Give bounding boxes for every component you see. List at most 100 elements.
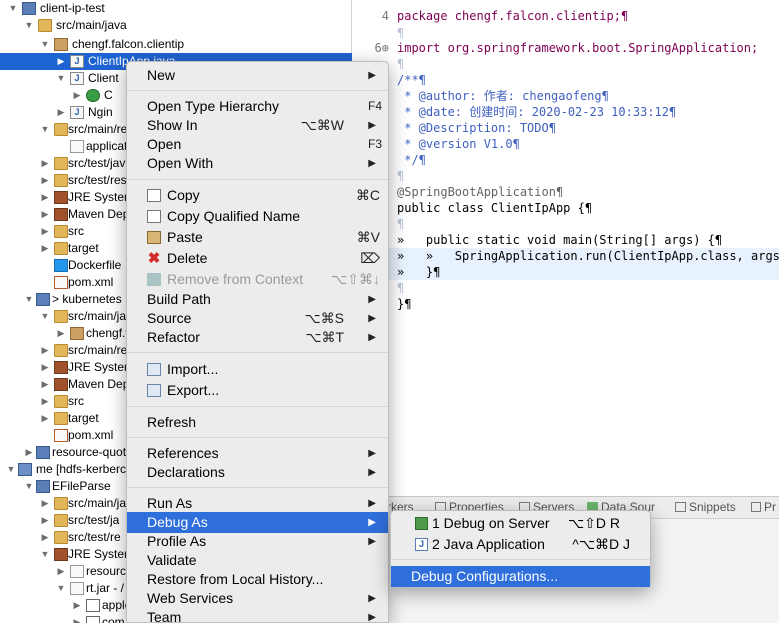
- package-icon: [54, 38, 68, 51]
- submenu-arrow-icon: ▶: [368, 294, 376, 305]
- code-line: import org.springframework.boot.SpringAp…: [397, 41, 759, 55]
- remove-context-icon: [147, 273, 161, 286]
- delete-icon: ✖: [147, 250, 161, 267]
- source-folder-icon: [38, 19, 52, 32]
- menu-item-debug-as[interactable]: Debug As ▶: [127, 512, 388, 533]
- menu-item-refresh[interactable]: Refresh: [127, 412, 388, 433]
- code-editor[interactable]: 4 package chengf.falcon.clientip;¶ ¶ 6⊕ im…: [353, 0, 779, 495]
- source-folder-icon: [54, 310, 68, 323]
- submenu-arrow-icon: ▶: [368, 448, 376, 459]
- tree-item[interactable]: ▼ src/main/java: [0, 17, 352, 34]
- menu-item-new[interactable]: New ▶: [127, 65, 388, 86]
- submenu-arrow-icon: ▶: [368, 612, 376, 623]
- docker-icon: [54, 259, 68, 272]
- java-app-icon: J: [415, 538, 428, 551]
- import-icon: [147, 363, 161, 376]
- tab-snippets[interactable]: Snippets: [675, 500, 736, 514]
- jar-icon: [70, 582, 84, 595]
- copy-icon: [147, 210, 161, 223]
- menu-separator: [127, 487, 388, 488]
- maven-file-icon: [54, 429, 68, 442]
- package-icon: [86, 599, 100, 612]
- menu-separator: [127, 437, 388, 438]
- menu-item-run-as[interactable]: Run As ▶: [127, 493, 388, 514]
- menu-separator: [127, 90, 388, 91]
- tab-more[interactable]: Pr: [751, 500, 776, 514]
- snippets-icon: [675, 502, 686, 512]
- menu-separator: [127, 179, 388, 180]
- code-line: @SpringBootApplication¶: [397, 185, 564, 199]
- code-line: ¶: [397, 281, 405, 295]
- folder-icon: [54, 242, 68, 255]
- submenu-arrow-icon: ▶: [368, 158, 376, 169]
- folder-icon: [54, 412, 68, 425]
- code-line: * @date: 创建时间: 2020-02-23 10:33:12¶: [397, 105, 677, 119]
- code-line: ¶: [397, 57, 405, 71]
- class-icon: [86, 89, 100, 102]
- menu-item-open-type-hierarchy[interactable]: Open Type Hierarchy F4: [127, 96, 388, 117]
- submenu-item-java-application[interactable]: J2 Java Application ^⌥⌘D J: [391, 534, 650, 555]
- tree-item[interactable]: ▼ client-ip-test: [0, 0, 352, 17]
- code-line: /**¶: [397, 73, 426, 87]
- menu-item-open[interactable]: Open F3: [127, 134, 388, 155]
- menu-item-team[interactable]: Team ▶: [127, 607, 388, 623]
- folder-icon: [54, 225, 68, 238]
- project-icon: [36, 293, 50, 306]
- code-line: * @Description: TODO¶: [397, 121, 556, 135]
- library-icon: [54, 208, 68, 221]
- code-line: » » SpringApplication.run(ClientIpApp.cl…: [397, 249, 779, 263]
- source-folder-icon: [54, 497, 68, 510]
- menu-item-open-with[interactable]: Open With ▶: [127, 153, 388, 174]
- code-line: * @author: 作者: chengaofeng¶: [397, 89, 609, 103]
- menu-item-paste[interactable]: Paste ⌘V: [127, 227, 388, 248]
- working-set-icon: [18, 463, 32, 476]
- menu-item-source[interactable]: Source ⌥⌘S ▶: [127, 308, 388, 329]
- menu-item-import[interactable]: Import...: [127, 359, 388, 380]
- project-icon: [36, 480, 50, 493]
- menu-item-references[interactable]: References ▶: [127, 443, 388, 464]
- package-icon: [70, 327, 84, 340]
- export-icon: [147, 384, 161, 397]
- submenu-arrow-icon: ▶: [368, 467, 376, 478]
- library-icon: [54, 378, 68, 391]
- menu-item-web-services[interactable]: Web Services ▶: [127, 588, 388, 609]
- paste-icon: [147, 231, 161, 244]
- submenu-arrow-icon: ▶: [368, 313, 376, 324]
- menu-item-copy[interactable]: Copy ⌘C: [127, 185, 388, 206]
- code-line: }¶: [397, 297, 412, 311]
- file-icon: [70, 140, 84, 153]
- menu-item-delete[interactable]: ✖ Delete ⌦: [127, 248, 388, 269]
- submenu-item-debug-configurations[interactable]: Debug Configurations...: [391, 566, 650, 587]
- eclipse-window: ▼ client-ip-test ▼ src/main/java ▼ chengf.f…: [0, 0, 779, 623]
- debug-server-icon: [415, 517, 428, 530]
- submenu-item-debug-on-server[interactable]: 1 Debug on Server ⌥⇧D R: [391, 513, 650, 534]
- menu-item-refactor[interactable]: Refactor ⌥⌘T ▶: [127, 327, 388, 348]
- menu-item-declarations[interactable]: Declarations ▶: [127, 462, 388, 483]
- menu-item-copy-qualified-name[interactable]: Copy Qualified Name: [127, 206, 388, 227]
- code-line: » }¶: [397, 265, 441, 279]
- menu-item-profile-as[interactable]: Profile As ▶: [127, 531, 388, 552]
- java-file-icon: J: [70, 106, 84, 119]
- source-folder-icon: [54, 157, 68, 170]
- project-icon: [36, 446, 50, 459]
- submenu-arrow-icon: ▶: [368, 593, 376, 604]
- submenu-arrow-icon: ▶: [368, 517, 376, 528]
- source-folder-icon: [54, 344, 68, 357]
- context-menu: New ▶ Open Type Hierarchy F4 Show In ⌥⌘W ▶ O…: [126, 61, 389, 623]
- menu-item-build-path[interactable]: Build Path ▶: [127, 289, 388, 310]
- source-folder-icon: [54, 174, 68, 187]
- menu-item-validate[interactable]: Validate: [127, 550, 388, 571]
- menu-item-restore-local-history[interactable]: Restore from Local History...: [127, 569, 388, 590]
- menu-item-export[interactable]: Export...: [127, 380, 388, 401]
- submenu-arrow-icon: ▶: [368, 332, 376, 343]
- java-file-icon: J: [70, 55, 84, 68]
- jar-icon: [70, 565, 84, 578]
- java-file-icon: J: [70, 72, 84, 85]
- code-line: ¶: [397, 217, 405, 231]
- menu-item-remove-from-context[interactable]: Remove from Context ⌥⇧⌘↓: [127, 269, 388, 290]
- source-folder-icon: [54, 514, 68, 527]
- tree-item[interactable]: ▼ chengf.falcon.clientip: [0, 36, 352, 53]
- code-line: */¶: [397, 153, 426, 167]
- menu-item-show-in[interactable]: Show In ⌥⌘W ▶: [127, 115, 388, 136]
- source-folder-icon: [54, 123, 68, 136]
